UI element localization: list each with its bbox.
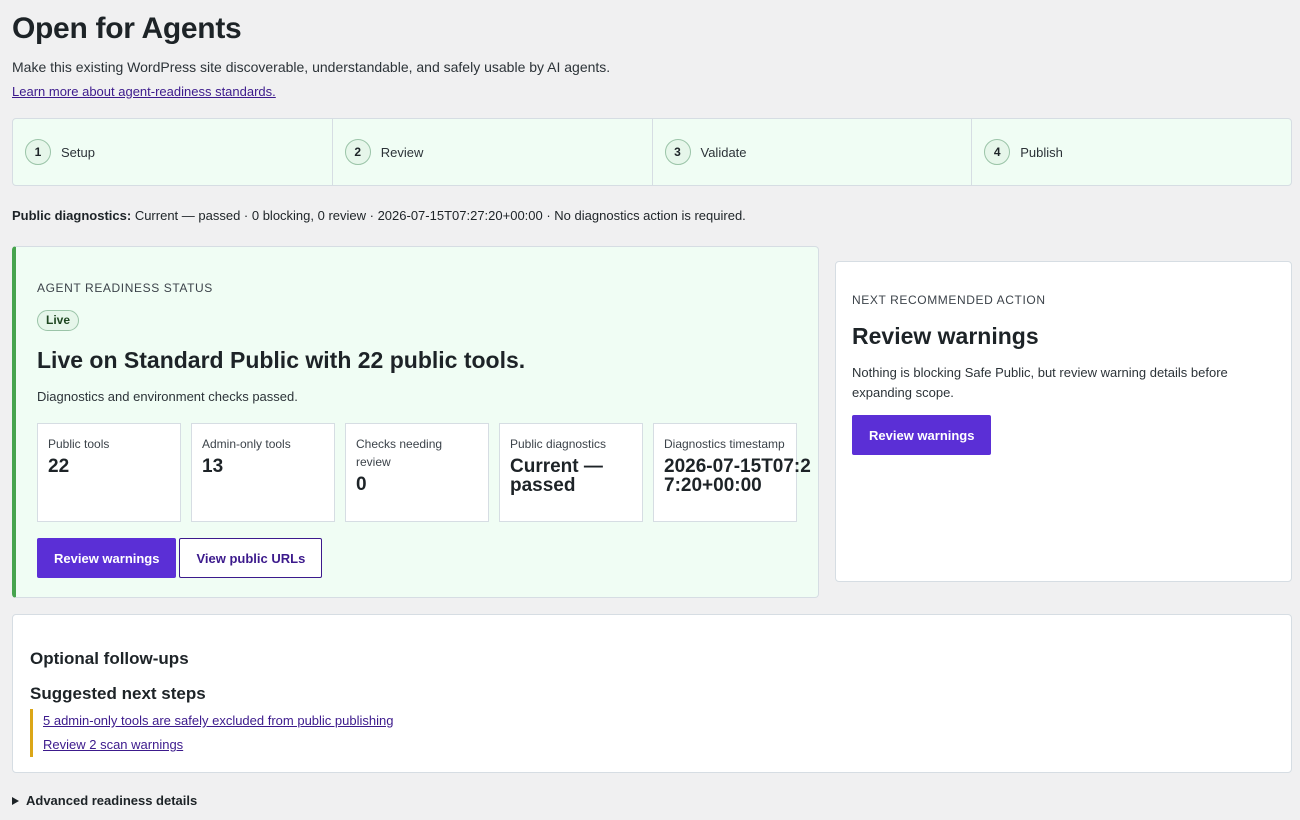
metric-label: Admin-only tools <box>202 437 291 451</box>
step-label: Validate <box>700 144 747 160</box>
next-action-card: NEXT RECOMMENDED ACTION Review warnings … <box>835 261 1292 582</box>
step-setup[interactable]: 1 Setup <box>13 119 333 185</box>
step-review[interactable]: 2 Review <box>333 119 653 185</box>
metric-public-diagnostics: Public diagnostics Current — passed <box>499 423 643 522</box>
list-item: Review 2 scan warnings <box>43 733 393 757</box>
step-validate[interactable]: 3 Validate <box>653 119 973 185</box>
followup-link-admin-tools[interactable]: 5 admin-only tools are safely excluded f… <box>43 713 393 728</box>
learn-more-link[interactable]: Learn more about agent-readiness standar… <box>12 84 276 99</box>
diagnostics-label: Public diagnostics: <box>12 208 132 223</box>
metric-value: 22 <box>48 456 70 477</box>
status-eyebrow: AGENT READINESS STATUS <box>37 281 213 295</box>
next-action-eyebrow: NEXT RECOMMENDED ACTION <box>852 293 1046 307</box>
followups-title: Optional follow-ups <box>30 649 189 668</box>
diagnostics-summary: Public diagnostics: Current — passed · 0… <box>12 208 746 223</box>
followups-list: 5 admin-only tools are safely excluded f… <box>30 709 393 757</box>
step-number: 2 <box>344 139 371 165</box>
step-number: 4 <box>984 139 1011 165</box>
page-description: Make this existing WordPress site discov… <box>12 59 611 75</box>
step-number: 3 <box>664 139 691 165</box>
metric-label: Checks needing review <box>356 437 443 469</box>
metrics-row: Public tools 22 Admin-only tools 13 Chec… <box>37 423 811 522</box>
next-action-review-warnings-button[interactable]: Review warnings <box>852 415 992 455</box>
status-actions: Review warnings View public URLs <box>37 538 323 578</box>
metric-label: Diagnostics timestamp <box>664 437 785 451</box>
disclosure-triangle-icon <box>12 796 19 805</box>
metric-public-tools: Public tools 22 <box>37 423 181 522</box>
metric-checks-needing-review: Checks needing review 0 <box>345 423 489 522</box>
page-title: Open for Agents <box>12 12 242 45</box>
step-publish[interactable]: 4 Publish <box>972 119 1291 185</box>
stepper: 1 Setup 2 Review 3 Validate 4 Publish <box>12 118 1292 186</box>
followups-subtitle: Suggested next steps <box>30 684 206 703</box>
metric-diagnostics-timestamp: Diagnostics timestamp 2026-07-15T07:27:2… <box>653 423 811 522</box>
metric-label: Public diagnostics <box>510 437 607 451</box>
view-public-urls-button[interactable]: View public URLs <box>179 538 323 578</box>
metric-value: Current — passed <box>510 456 603 496</box>
followups-panel: Optional follow-ups Suggested next steps… <box>12 614 1292 773</box>
step-label: Publish <box>1020 144 1063 160</box>
metric-value: 13 <box>202 456 224 477</box>
status-headline: Live on Standard Public with 22 public t… <box>37 347 526 373</box>
metric-label: Public tools <box>48 437 110 451</box>
diagnostics-text: Current — passed · 0 blocking, 0 review … <box>134 208 746 223</box>
next-action-description: Nothing is blocking Safe Public, but rev… <box>852 365 1228 400</box>
step-label: Setup <box>61 144 95 160</box>
metric-value: 2026-07-15T07:27:20+00:00 <box>664 456 811 496</box>
advanced-details-label: Advanced readiness details <box>26 793 198 808</box>
followup-link-scan-warnings[interactable]: Review 2 scan warnings <box>43 737 183 752</box>
review-warnings-button[interactable]: Review warnings <box>37 538 177 578</box>
metric-admin-only-tools: Admin-only tools 13 <box>191 423 335 522</box>
metric-value: 0 <box>356 474 367 495</box>
status-subtext: Diagnostics and environment checks passe… <box>37 389 298 404</box>
step-number: 1 <box>25 139 51 165</box>
list-item: 5 admin-only tools are safely excluded f… <box>43 709 393 733</box>
advanced-details-toggle[interactable]: Advanced readiness details <box>12 793 197 808</box>
next-action-title: Review warnings <box>852 323 1039 349</box>
status-badge: Live <box>37 310 80 331</box>
readiness-status-card: AGENT READINESS STATUS Live Live on Stan… <box>12 246 819 598</box>
step-label: Review <box>380 144 424 160</box>
